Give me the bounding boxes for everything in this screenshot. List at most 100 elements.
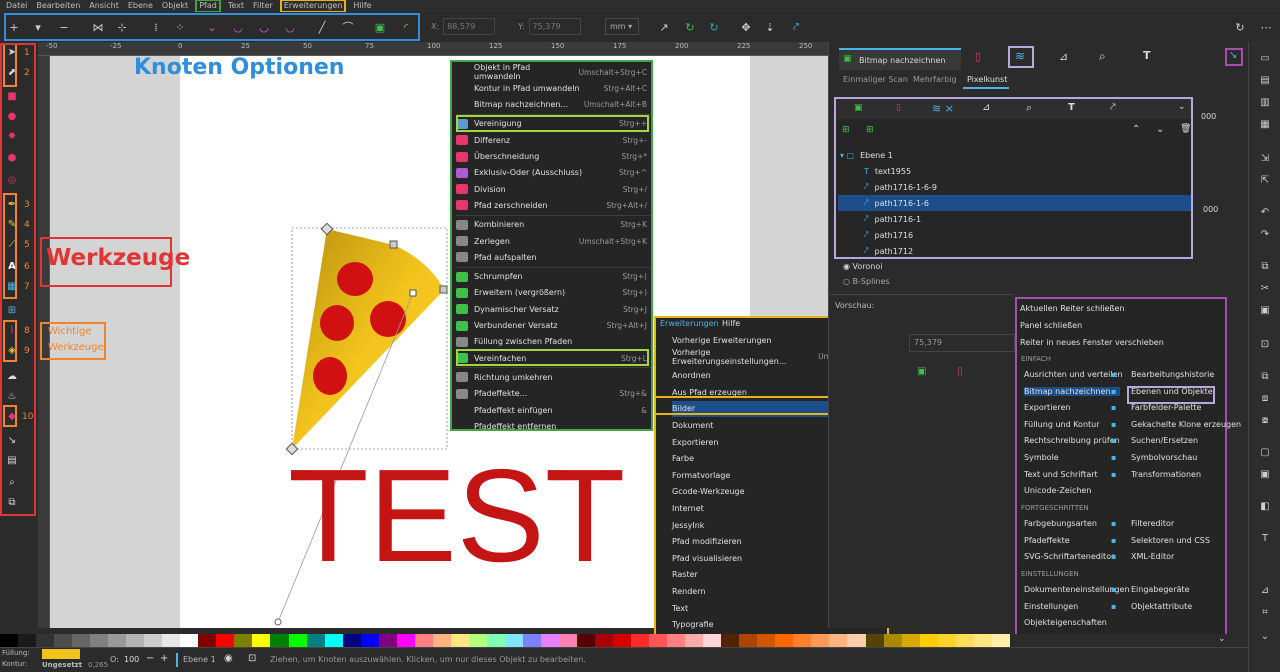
- cut-icon[interactable]: ✂: [1258, 282, 1272, 296]
- add-sublayer-icon[interactable]: ⊞: [866, 125, 874, 135]
- palette-swatch[interactable]: [919, 634, 938, 647]
- fill-stroke-icon[interactable]: ▯: [957, 366, 963, 377]
- palette-swatch[interactable]: [757, 634, 776, 647]
- layer-row[interactable]: ⤤ path1716: [838, 227, 1191, 243]
- path-menu-item[interactable]: Zerlegen Umschalt+Strg+K: [456, 233, 651, 249]
- path-menu-item[interactable]: Kombinieren Strg+K: [456, 217, 651, 233]
- dialog-menu-item[interactable]: Eingabegeräte: [1131, 585, 1190, 594]
- subtab-scan[interactable]: Einmaliger Scan: [843, 75, 908, 84]
- palette-swatch[interactable]: [486, 634, 505, 647]
- palette-swatch[interactable]: [883, 634, 902, 647]
- param-value[interactable]: 000: [1201, 112, 1216, 121]
- layer-row[interactable]: ⤤ path1716-1: [838, 211, 1191, 227]
- dialog-menu-item[interactable]: Reiter in neues Fenster verschieben: [1020, 338, 1164, 347]
- dialog-menu-item[interactable]: SVG-Schriftarteneditor: [1024, 552, 1120, 561]
- palette-swatch[interactable]: [342, 634, 361, 647]
- palette-swatch[interactable]: [360, 634, 379, 647]
- palette-swatch[interactable]: [72, 634, 91, 647]
- path-menu-item[interactable]: Pfad aufspalten: [456, 249, 651, 265]
- palette-swatch[interactable]: [955, 634, 974, 647]
- palette-swatch[interactable]: [288, 634, 307, 647]
- pepperoni[interactable]: [337, 262, 373, 296]
- raise-icon[interactable]: ⌃: [1132, 124, 1140, 135]
- palette-swatch[interactable]: [522, 634, 541, 647]
- stroke-width[interactable]: 0,265: [88, 661, 108, 669]
- path-menu-item[interactable]: Exklusiv-Oder (Ausschluss) Strg+^: [456, 165, 651, 181]
- minus-icon[interactable]: −: [146, 653, 154, 664]
- lower-icon[interactable]: ⌄: [1156, 124, 1164, 135]
- dialog-menu-item[interactable]: Panel schließen: [1020, 321, 1082, 330]
- path-menu-item[interactable]: Bitmap nachzeichnen... Umschalt+Alt+B: [456, 97, 651, 113]
- palette-swatch[interactable]: [126, 634, 145, 647]
- dialog-menu-item[interactable]: Rechtschreibung prüfen: [1024, 436, 1120, 445]
- palette-swatch[interactable]: [54, 634, 73, 647]
- palette-swatch[interactable]: [18, 634, 37, 647]
- param-value[interactable]: 000: [1203, 205, 1218, 214]
- text-icon[interactable]: T: [1143, 49, 1151, 62]
- dialog-menu-item[interactable]: Symbolvorschau: [1131, 453, 1197, 462]
- palette-swatch[interactable]: [324, 634, 343, 647]
- dialog-menu-item[interactable]: Suchen/Ersetzen: [1131, 436, 1198, 445]
- save-icon[interactable]: ▥: [1258, 96, 1272, 110]
- palette-swatch[interactable]: [252, 634, 271, 647]
- opacity-value[interactable]: 100: [124, 655, 139, 664]
- zoom-icon[interactable]: ⊡: [1258, 338, 1272, 352]
- palette-swatch[interactable]: [847, 634, 866, 647]
- dialog-menu-item[interactable]: Ebenen und Objekte: [1131, 387, 1213, 396]
- palette-swatch[interactable]: [558, 634, 577, 647]
- layer-row[interactable]: ⤤ path1716-1-6: [838, 195, 1191, 211]
- palette-swatch[interactable]: [649, 634, 668, 647]
- path-menu-item[interactable]: Richtung umkehren: [456, 369, 651, 385]
- palette-swatch[interactable]: [721, 634, 740, 647]
- print-icon[interactable]: ▦: [1258, 118, 1272, 132]
- unlink-icon[interactable]: ⧇: [1258, 414, 1272, 428]
- pepperoni[interactable]: [370, 301, 406, 337]
- fill-icon[interactable]: ◧: [1258, 500, 1272, 514]
- dialog-menu-item[interactable]: Transformationen: [1131, 470, 1201, 479]
- paste-icon[interactable]: ▣: [1258, 304, 1272, 318]
- bsplines-radio[interactable]: ○ B-Splines: [843, 277, 890, 286]
- text-icon[interactable]: T: [1068, 102, 1075, 113]
- palette-swatch[interactable]: [378, 634, 397, 647]
- dialog-menu-item[interactable]: Gekachelte Klone erzeugen: [1131, 420, 1241, 429]
- palette-swatch[interactable]: [865, 634, 884, 647]
- dialog-menu-item[interactable]: Objektattribute: [1131, 602, 1192, 611]
- palette-swatch[interactable]: [108, 634, 127, 647]
- fill-swatch[interactable]: [42, 649, 80, 659]
- palette-swatch[interactable]: [829, 634, 848, 647]
- dialog-menu-item[interactable]: Farbfelder-Palette: [1131, 403, 1201, 412]
- palette-swatch[interactable]: [396, 634, 415, 647]
- palette-swatch[interactable]: [775, 634, 794, 647]
- trace-bitmap-icon[interactable]: ▣: [917, 366, 926, 377]
- palette-swatch[interactable]: [991, 634, 1010, 647]
- palette-swatch[interactable]: [793, 634, 812, 647]
- path-menu-item[interactable]: Vereinfachen Strg+L: [456, 350, 651, 366]
- dialog-menu-item[interactable]: Bearbeitungshistorie: [1131, 370, 1214, 379]
- palette-swatch[interactable]: [631, 634, 650, 647]
- path-menu-item[interactable]: Kontur in Pfad umwandeln Strg+Alt+C: [456, 80, 651, 96]
- palette-swatch[interactable]: [36, 634, 55, 647]
- palette-swatch[interactable]: [414, 634, 433, 647]
- dialog-menu-item[interactable]: Symbole: [1024, 453, 1120, 462]
- path-menu-item[interactable]: Pfadeffekt entfernen: [456, 418, 651, 434]
- path-menu-item[interactable]: Füllung zwischen Pfaden: [456, 334, 651, 350]
- canvas-test-text[interactable]: TEST: [288, 442, 625, 589]
- palette-swatch[interactable]: [234, 634, 253, 647]
- palette-swatch[interactable]: [432, 634, 451, 647]
- dialog-menu-item[interactable]: Objekteigenschaften: [1024, 618, 1120, 627]
- palette-swatch[interactable]: [973, 634, 992, 647]
- dialog-menu-item[interactable]: Filtereditor: [1131, 519, 1174, 528]
- palette-swatch[interactable]: [937, 634, 956, 647]
- layer-row[interactable]: Ttext1955: [838, 163, 1191, 179]
- new-document-icon[interactable]: ▭: [1258, 52, 1272, 66]
- add-layer-icon[interactable]: ⊞: [842, 125, 850, 135]
- palette-swatch[interactable]: [270, 634, 289, 647]
- ungroup-icon[interactable]: ▣: [1258, 468, 1272, 482]
- lock-icon[interactable]: ⊡: [248, 653, 256, 664]
- fill-stroke-icon[interactable]: ▯: [896, 103, 901, 113]
- path-menu-item[interactable]: Pfad zerschneiden Strg+Alt+/: [456, 197, 651, 213]
- search-icon[interactable]: ⌕: [1026, 101, 1032, 115]
- dialog-menu-item[interactable]: Unicode-Zeichen: [1024, 486, 1120, 495]
- clone-icon[interactable]: ⧈: [1258, 392, 1272, 406]
- pizza-slice[interactable]: [292, 229, 444, 449]
